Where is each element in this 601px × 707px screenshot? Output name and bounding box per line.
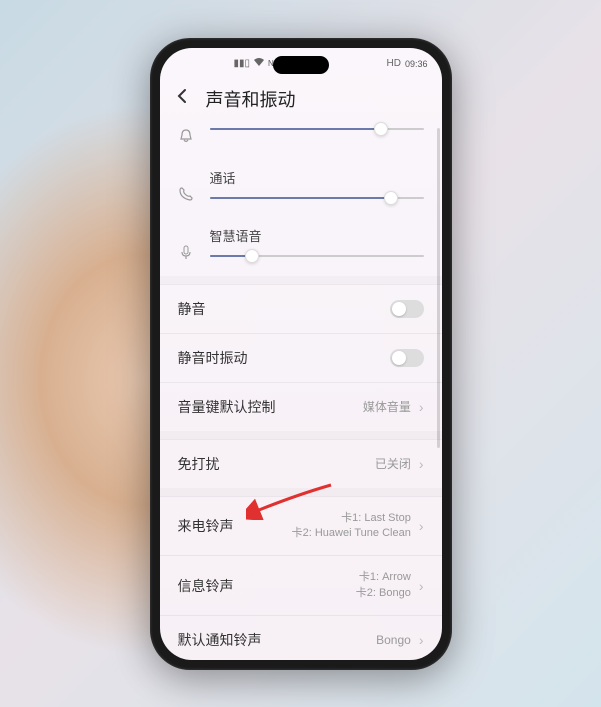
bell-icon bbox=[178, 128, 196, 148]
vibrate-mute-toggle[interactable] bbox=[390, 349, 424, 367]
vibrate-mute-label: 静音时振动 bbox=[178, 348, 382, 368]
header: 声音和振动 bbox=[160, 76, 442, 120]
page-title: 声音和振动 bbox=[206, 86, 296, 112]
settings-content: 通话 智慧语音 bbox=[160, 120, 442, 660]
ringtone-label: 来电铃声 bbox=[178, 516, 284, 536]
clock: 09:36 bbox=[405, 59, 428, 69]
call-slider-label: 通话 bbox=[210, 168, 424, 187]
chevron-icon: › bbox=[419, 456, 424, 472]
voice-slider-label: 智慧语音 bbox=[210, 226, 424, 245]
hd-icon: HD bbox=[387, 58, 401, 69]
phone-icon bbox=[178, 168, 196, 206]
call-slider[interactable] bbox=[210, 197, 424, 199]
vol-key-label: 音量键默认控制 bbox=[178, 397, 355, 417]
screen: ▮▮▯ N HD 09:36 声音和振动 bbox=[160, 48, 442, 660]
ringtone-value: 卡1: Last Stop 卡2: Huawei Tune Clean bbox=[292, 511, 411, 542]
slider-voice: 智慧语音 bbox=[160, 218, 442, 276]
chevron-icon: › bbox=[419, 632, 424, 648]
mute-label: 静音 bbox=[178, 299, 382, 319]
row-vibrate-mute[interactable]: 静音时振动 bbox=[160, 333, 442, 382]
slider-notification bbox=[160, 120, 442, 160]
wifi-icon bbox=[253, 57, 265, 70]
dnd-value: 已关闭 bbox=[375, 455, 411, 472]
chevron-icon: › bbox=[419, 518, 424, 534]
vol-key-value: 媒体音量 bbox=[363, 398, 411, 415]
msgtone-value: 卡1: Arrow 卡2: Bongo bbox=[356, 570, 411, 601]
row-vol-key[interactable]: 音量键默认控制 媒体音量 › bbox=[160, 382, 442, 431]
front-camera-pill bbox=[273, 56, 329, 74]
row-msgtone[interactable]: 信息铃声 卡1: Arrow 卡2: Bongo › bbox=[160, 555, 442, 615]
back-icon[interactable] bbox=[174, 87, 192, 111]
notification-slider[interactable] bbox=[210, 128, 424, 130]
chevron-icon: › bbox=[419, 399, 424, 415]
mute-toggle[interactable] bbox=[390, 300, 424, 318]
dnd-label: 免打扰 bbox=[178, 454, 367, 474]
phone-frame: ▮▮▯ N HD 09:36 声音和振动 bbox=[150, 38, 452, 670]
slider-call: 通话 bbox=[160, 160, 442, 218]
voice-slider[interactable] bbox=[210, 255, 424, 257]
mic-icon bbox=[178, 226, 196, 264]
row-dnd[interactable]: 免打扰 已关闭 › bbox=[160, 439, 442, 488]
signal-icon: ▮▮▯ bbox=[234, 58, 251, 69]
row-mute[interactable]: 静音 bbox=[160, 284, 442, 333]
chevron-icon: › bbox=[419, 578, 424, 594]
row-ringtone[interactable]: 来电铃声 卡1: Last Stop 卡2: Huawei Tune Clean… bbox=[160, 496, 442, 556]
msgtone-label: 信息铃声 bbox=[178, 576, 348, 596]
notif-value: Bongo bbox=[376, 633, 411, 647]
row-notif[interactable]: 默认通知铃声 Bongo › bbox=[160, 615, 442, 659]
scrollbar[interactable] bbox=[437, 128, 440, 448]
notif-label: 默认通知铃声 bbox=[178, 630, 369, 650]
